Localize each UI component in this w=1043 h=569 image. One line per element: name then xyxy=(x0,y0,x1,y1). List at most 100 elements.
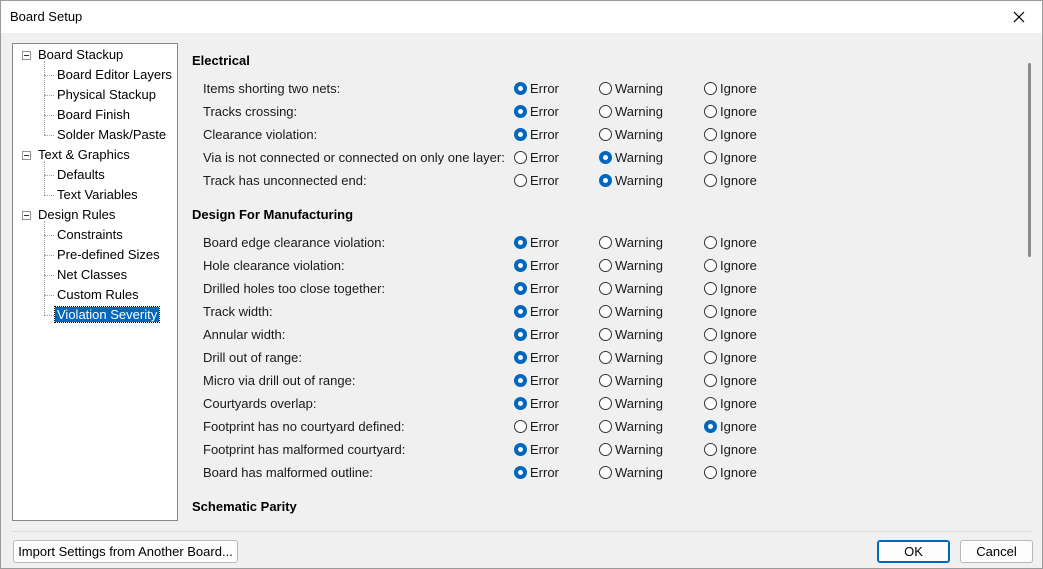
radio-circle-icon xyxy=(599,258,612,272)
tree-item-board-finish[interactable]: Board Finish xyxy=(57,106,130,124)
warning-radio[interactable]: Warning xyxy=(599,464,663,480)
settings-tree[interactable]: Board Stackup Board Editor Layers Physical… xyxy=(12,43,178,521)
tree-connector xyxy=(44,195,54,196)
error-label: Error xyxy=(530,103,559,119)
error-radio[interactable]: Error xyxy=(514,303,559,319)
error-radio[interactable]: Error xyxy=(514,172,559,188)
warning-radio[interactable]: Warning xyxy=(599,149,663,165)
warning-radio[interactable]: Warning xyxy=(599,172,663,188)
ignore-radio[interactable]: Ignore xyxy=(704,464,757,480)
radio-circle-icon xyxy=(704,396,717,410)
warning-radio[interactable]: Warning xyxy=(599,80,663,96)
error-radio[interactable]: Error xyxy=(514,126,559,142)
vertical-scrollbar[interactable] xyxy=(1028,63,1031,257)
warning-radio[interactable]: Warning xyxy=(599,126,663,142)
error-radio[interactable]: Error xyxy=(514,418,559,434)
error-radio[interactable]: Error xyxy=(514,372,559,388)
ignore-radio[interactable]: Ignore xyxy=(704,395,757,411)
warning-label: Warning xyxy=(615,126,663,142)
error-radio[interactable]: Error xyxy=(514,326,559,342)
tree-item-pre-defined-sizes[interactable]: Pre-defined Sizes xyxy=(57,246,160,264)
warning-radio[interactable]: Warning xyxy=(599,280,663,296)
error-radio[interactable]: Error xyxy=(514,464,559,480)
warning-radio[interactable]: Warning xyxy=(599,234,663,250)
error-radio[interactable]: Error xyxy=(514,349,559,365)
cancel-button[interactable]: Cancel xyxy=(960,540,1033,563)
tree-item-board-stackup[interactable]: Board Stackup xyxy=(38,46,123,64)
divider xyxy=(12,531,1033,532)
ignore-radio[interactable]: Ignore xyxy=(704,126,757,142)
severity-row-label: Footprint has malformed courtyard: xyxy=(203,442,406,457)
warning-radio[interactable]: Warning xyxy=(599,257,663,273)
warning-radio[interactable]: Warning xyxy=(599,395,663,411)
ignore-label: Ignore xyxy=(720,303,757,319)
ignore-radio[interactable]: Ignore xyxy=(704,257,757,273)
error-radio[interactable]: Error xyxy=(514,280,559,296)
violation-severity-panel: Electrical Items shorting two nets: Error W… xyxy=(184,43,1034,521)
ignore-radio[interactable]: Ignore xyxy=(704,303,757,319)
error-label: Error xyxy=(530,172,559,188)
error-label: Error xyxy=(530,149,559,165)
ignore-radio[interactable]: Ignore xyxy=(704,326,757,342)
ignore-radio[interactable]: Ignore xyxy=(704,372,757,388)
ignore-radio[interactable]: Ignore xyxy=(704,349,757,365)
ignore-label: Ignore xyxy=(720,103,757,119)
error-radio[interactable]: Error xyxy=(514,149,559,165)
ignore-radio[interactable]: Ignore xyxy=(704,280,757,296)
radio-circle-icon xyxy=(704,304,717,318)
warning-radio[interactable]: Warning xyxy=(599,441,663,457)
warning-radio[interactable]: Warning xyxy=(599,372,663,388)
ignore-radio[interactable]: Ignore xyxy=(704,172,757,188)
error-radio[interactable]: Error xyxy=(514,234,559,250)
warning-radio[interactable]: Warning xyxy=(599,349,663,365)
close-button[interactable] xyxy=(996,1,1042,33)
tree-item-custom-rules[interactable]: Custom Rules xyxy=(57,286,139,304)
tree-item-label: Defaults xyxy=(57,167,105,182)
error-label: Error xyxy=(530,280,559,296)
error-radio[interactable]: Error xyxy=(514,257,559,273)
tree-item-violation-severity[interactable]: Violation Severity xyxy=(53,306,161,324)
tree-item-constraints[interactable]: Constraints xyxy=(57,226,123,244)
radio-circle-icon xyxy=(599,465,612,479)
tree-item-board-editor-layers[interactable]: Board Editor Layers xyxy=(57,66,172,84)
error-radio[interactable]: Error xyxy=(514,80,559,96)
radio-circle-icon xyxy=(704,373,717,387)
warning-radio[interactable]: Warning xyxy=(599,303,663,319)
tree-item-text-graphics[interactable]: Text & Graphics xyxy=(38,146,130,164)
error-label: Error xyxy=(530,257,559,273)
tree-item-design-rules[interactable]: Design Rules xyxy=(38,206,115,224)
ignore-radio[interactable]: Ignore xyxy=(704,103,757,119)
tree-item-text-variables[interactable]: Text Variables xyxy=(57,186,138,204)
radio-circle-icon xyxy=(599,81,612,95)
warning-radio[interactable]: Warning xyxy=(599,418,663,434)
warning-label: Warning xyxy=(615,257,663,273)
tree-item-solder-mask-paste[interactable]: Solder Mask/Paste xyxy=(57,126,166,144)
tree-item-physical-stackup[interactable]: Physical Stackup xyxy=(57,86,156,104)
radio-circle-icon xyxy=(514,442,527,456)
tree-connector xyxy=(44,175,54,176)
error-radio[interactable]: Error xyxy=(514,103,559,119)
tree-connector xyxy=(44,221,45,315)
ignore-label: Ignore xyxy=(720,172,757,188)
radio-circle-icon xyxy=(514,258,527,272)
ignore-radio[interactable]: Ignore xyxy=(704,418,757,434)
error-radio[interactable]: Error xyxy=(514,441,559,457)
collapse-icon[interactable] xyxy=(22,151,31,160)
ignore-label: Ignore xyxy=(720,234,757,250)
section-title: Schematic Parity xyxy=(192,499,297,514)
ignore-radio[interactable]: Ignore xyxy=(704,441,757,457)
ignore-radio[interactable]: Ignore xyxy=(704,149,757,165)
severity-row-label: Board edge clearance violation: xyxy=(203,235,386,250)
collapse-icon[interactable] xyxy=(22,51,31,60)
ignore-label: Ignore xyxy=(720,326,757,342)
warning-radio[interactable]: Warning xyxy=(599,326,663,342)
ok-button[interactable]: OK xyxy=(877,540,950,563)
collapse-icon[interactable] xyxy=(22,211,31,220)
import-settings-button[interactable]: Import Settings from Another Board... xyxy=(13,540,238,563)
error-radio[interactable]: Error xyxy=(514,395,559,411)
tree-item-defaults[interactable]: Defaults xyxy=(57,166,105,184)
ignore-radio[interactable]: Ignore xyxy=(704,234,757,250)
warning-radio[interactable]: Warning xyxy=(599,103,663,119)
tree-item-net-classes[interactable]: Net Classes xyxy=(57,266,127,284)
ignore-radio[interactable]: Ignore xyxy=(704,80,757,96)
